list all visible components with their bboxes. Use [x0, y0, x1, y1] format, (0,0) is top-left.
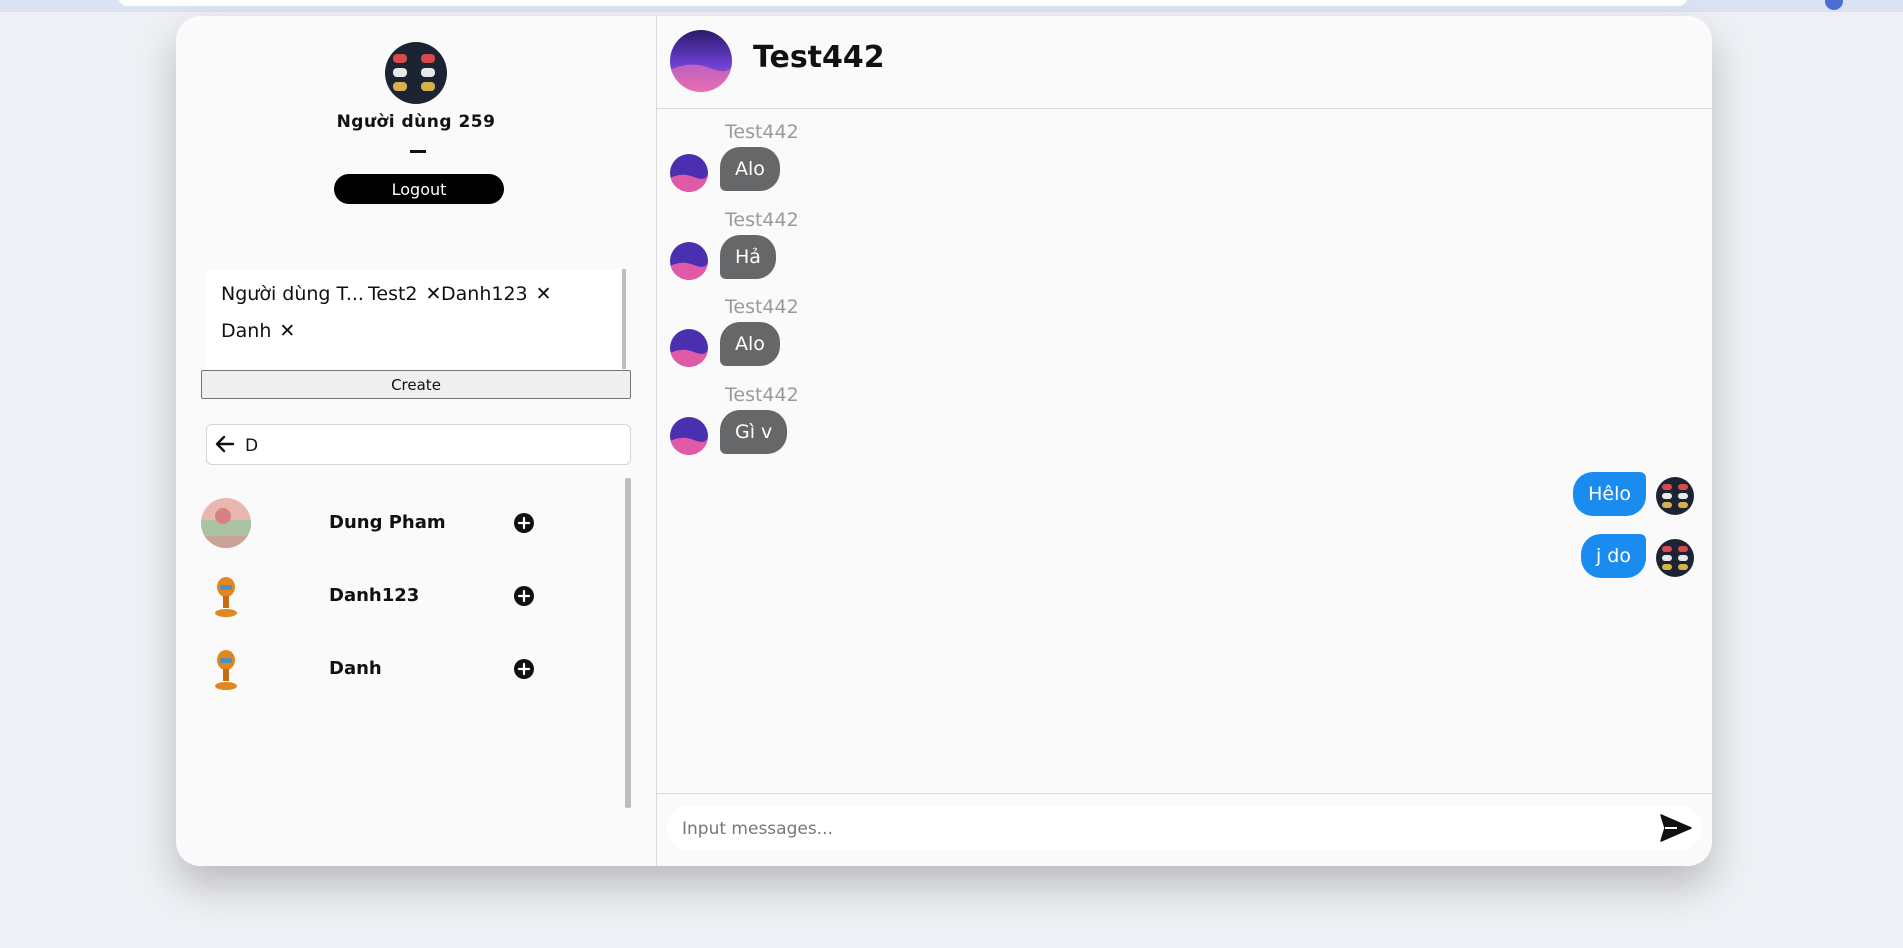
sender-avatar	[670, 154, 708, 192]
member-chip: Danh ✕	[221, 320, 295, 342]
chat-panel: Test442 Test442 Alo Test442 Hả Test442 A…	[657, 16, 1712, 866]
browser-toolbar-strip	[0, 0, 1903, 12]
user-avatar	[201, 571, 251, 621]
message-bubble: j do	[1580, 534, 1646, 578]
own-avatar	[1656, 539, 1694, 577]
incoming-message: Test442 Alo	[657, 121, 1257, 201]
member-chip: Danh123 ✕	[441, 283, 552, 305]
message-bubble: Hêlo	[1573, 472, 1646, 516]
profile-status-dash	[410, 150, 426, 153]
user-search-input[interactable]	[243, 431, 627, 461]
incoming-message: Test442 Gì v	[657, 384, 1257, 464]
member-chip-label: Test2	[368, 283, 418, 305]
results-scrollbar[interactable]	[625, 478, 631, 808]
own-avatar	[1656, 477, 1694, 515]
remove-member-icon[interactable]: ✕	[426, 283, 442, 305]
address-bar[interactable]	[118, 0, 1688, 6]
remove-member-icon[interactable]: ✕	[536, 283, 552, 305]
chat-app-window: Người dùng 259 Logout Người dùng T... Te…	[176, 16, 1712, 866]
create-group-button[interactable]: Create	[201, 370, 631, 399]
search-result-row[interactable]: Danh	[201, 639, 611, 699]
remove-member-icon[interactable]: ✕	[279, 320, 295, 342]
group-members-box: Người dùng T... Test2 ✕ Danh123 ✕ Danh ✕	[206, 269, 626, 369]
profile-avatar	[385, 42, 447, 104]
outgoing-message: j do	[1312, 534, 1712, 584]
add-user-icon[interactable]	[514, 586, 534, 606]
message-input[interactable]	[680, 814, 1644, 844]
message-sender: Test442	[725, 209, 799, 231]
message-bubble: Alo	[720, 147, 780, 191]
user-name: Dung Pham	[329, 512, 446, 533]
member-chip-label: Danh123	[441, 283, 528, 305]
chat-avatar	[670, 30, 732, 92]
add-user-icon[interactable]	[514, 513, 534, 533]
member-chip: Người dùng T...	[221, 283, 364, 305]
send-icon[interactable]	[1660, 814, 1692, 842]
back-arrow-icon[interactable]	[215, 434, 235, 454]
logout-button[interactable]: Logout	[334, 174, 504, 204]
incoming-message: Test442 Alo	[657, 296, 1257, 376]
sender-avatar	[670, 417, 708, 455]
member-chip-label: Người dùng T...	[221, 283, 364, 305]
sender-avatar	[670, 242, 708, 280]
profile-icon[interactable]	[1825, 0, 1843, 10]
user-avatar	[201, 644, 251, 694]
chat-header: Test442	[657, 16, 1712, 109]
chat-title: Test442	[753, 40, 885, 75]
message-sender: Test442	[725, 384, 799, 406]
add-user-icon[interactable]	[514, 659, 534, 679]
left-panel: Người dùng 259 Logout Người dùng T... Te…	[176, 16, 657, 866]
outgoing-message: Hêlo	[1312, 472, 1712, 522]
message-bubble: Hả	[720, 235, 776, 279]
user-search-box	[206, 424, 631, 465]
message-bubble: Gì v	[720, 410, 788, 454]
message-bubble: Alo	[720, 322, 780, 366]
user-name: Danh	[329, 658, 382, 679]
user-name: Danh123	[329, 585, 420, 606]
message-sender: Test442	[725, 296, 799, 318]
search-result-row[interactable]: Dung Pham	[201, 493, 611, 553]
member-chip-label: Danh	[221, 320, 272, 342]
user-avatar	[201, 498, 251, 548]
member-chip: Test2 ✕	[368, 283, 441, 305]
search-result-row[interactable]: Danh123	[201, 566, 611, 626]
message-sender: Test442	[725, 121, 799, 143]
incoming-message: Test442 Hả	[657, 209, 1257, 289]
sender-avatar	[670, 329, 708, 367]
profile-name: Người dùng 259	[336, 112, 496, 132]
composer-divider	[657, 793, 1712, 794]
message-composer	[667, 805, 1702, 851]
